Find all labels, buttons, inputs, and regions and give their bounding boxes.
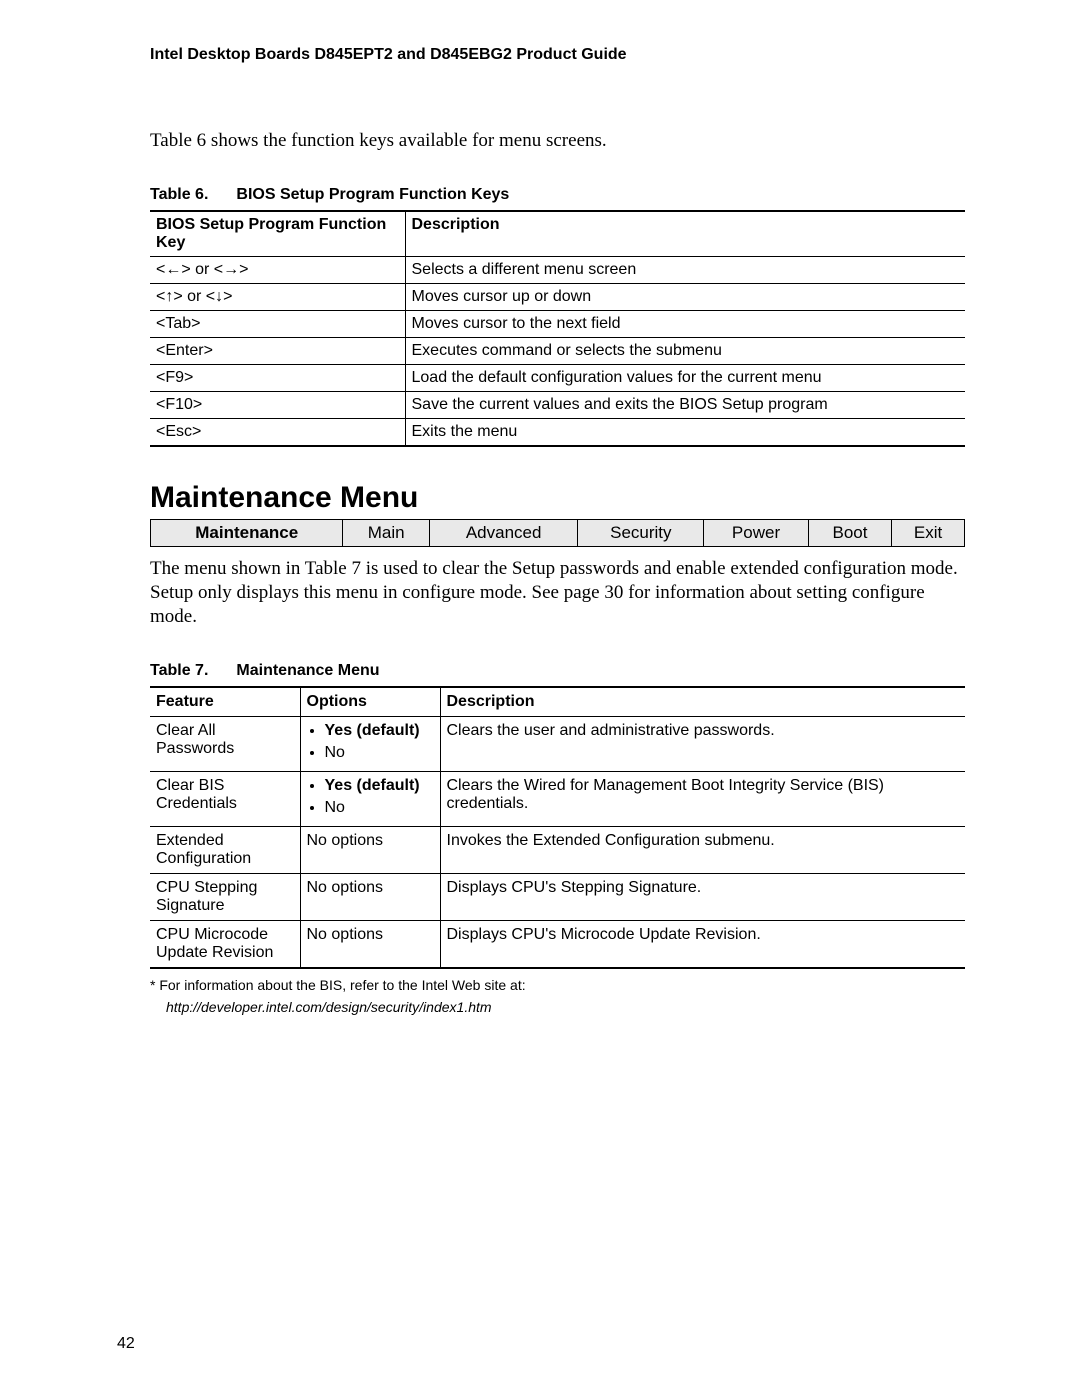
t7-feature: Extended Configuration [150,827,300,874]
table7-header-0: Feature [150,687,300,717]
table-row: <Tab>Moves cursor to the next field [150,311,965,338]
menubar-item-exit: Exit [892,520,965,547]
t7-description: Displays CPU's Microcode Update Revision… [440,921,965,969]
table7: Feature Options Description Clear All Pa… [150,686,965,969]
table-row: <F9>Load the default configuration value… [150,365,965,392]
t6-cell: Load the default configuration values fo… [405,365,965,392]
menubar-item-security: Security [578,520,704,547]
table7-caption: Table 7. Maintenance Menu [150,662,965,680]
t7-feature: Clear BIS Credentials [150,772,300,827]
table6: BIOS Setup Program Function Key Descript… [150,210,965,447]
table-row: CPU Microcode Update Revision No options… [150,921,965,969]
menubar-item-advanced: Advanced [429,520,578,547]
table7-header-1: Options [300,687,440,717]
footnote-text: * For information about the BIS, refer t… [150,977,526,993]
t7-option: No [325,799,434,817]
t7-feature: CPU Stepping Signature [150,874,300,921]
t7-feature: CPU Microcode Update Revision [150,921,300,969]
table7-header-2: Description [440,687,965,717]
t7-description: Displays CPU's Stepping Signature. [440,874,965,921]
table-row: <←> or <→>Selects a different menu scree… [150,257,965,284]
section-title: Maintenance Menu [150,481,965,515]
menubar-item-maintenance: Maintenance [151,520,343,547]
table-row: Extended Configuration No options Invoke… [150,827,965,874]
table-row: Clear All Passwords Yes (default) No Cle… [150,717,965,772]
table7-caption-b: Maintenance Menu [236,662,379,679]
t7-options: No options [300,921,440,969]
t6-cell: <Esc> [150,419,405,447]
t6-cell: <Enter> [150,338,405,365]
table7-caption-a: Table 7. [150,662,208,679]
t6-cell: <F10> [150,392,405,419]
table6-header-0: BIOS Setup Program Function Key [150,211,405,257]
t7-options: No options [300,827,440,874]
t6-cell: Moves cursor to the next field [405,311,965,338]
table-row: <↑> or <↓>Moves cursor up or down [150,284,965,311]
t6-cell: Moves cursor up or down [405,284,965,311]
t7-options: No options [300,874,440,921]
table-row: Clear BIS Credentials Yes (default) No C… [150,772,965,827]
menubar: Maintenance Main Advanced Security Power… [150,519,965,547]
t7-option: Yes (default) [325,777,434,795]
table-row: <F10>Save the current values and exits t… [150,392,965,419]
menubar-item-power: Power [704,520,809,547]
table-row: <Esc>Exits the menu [150,419,965,447]
footnote-url: http://developer.intel.com/design/securi… [166,999,965,1015]
t7-option: Yes (default) [325,722,434,740]
t7-description: Clears the user and administrative passw… [440,717,965,772]
page-number: 42 [117,1335,135,1353]
t6-cell: Selects a different menu screen [405,257,965,284]
t7-options: Yes (default) No [300,717,440,772]
table6-caption-b: BIOS Setup Program Function Keys [236,186,509,203]
t7-description: Invokes the Extended Configuration subme… [440,827,965,874]
t6-cell: Save the current values and exits the BI… [405,392,965,419]
intro-text: Table 6 shows the function keys availabl… [150,130,965,152]
t7-options: Yes (default) No [300,772,440,827]
t6-cell: Exits the menu [405,419,965,447]
t6-cell: Executes command or selects the submenu [405,338,965,365]
table6-header-1: Description [405,211,965,257]
t6-cell: <F9> [150,365,405,392]
menubar-item-boot: Boot [808,520,891,547]
t6-cell: <↑> or <↓> [150,284,405,311]
t7-description: Clears the Wired for Management Boot Int… [440,772,965,827]
menubar-item-main: Main [343,520,429,547]
page-header: Intel Desktop Boards D845EPT2 and D845EB… [150,46,965,64]
table-row: <Enter>Executes command or selects the s… [150,338,965,365]
table6-caption: Table 6. BIOS Setup Program Function Keys [150,186,965,204]
table-row: CPU Stepping Signature No options Displa… [150,874,965,921]
t6-cell: <Tab> [150,311,405,338]
table6-caption-a: Table 6. [150,186,208,203]
section-paragraph: The menu shown in Table 7 is used to cle… [150,557,965,628]
t6-cell: <←> or <→> [150,257,405,284]
t7-option: No [325,744,434,762]
t7-feature: Clear All Passwords [150,717,300,772]
footnote: * For information about the BIS, refer t… [150,977,965,1015]
